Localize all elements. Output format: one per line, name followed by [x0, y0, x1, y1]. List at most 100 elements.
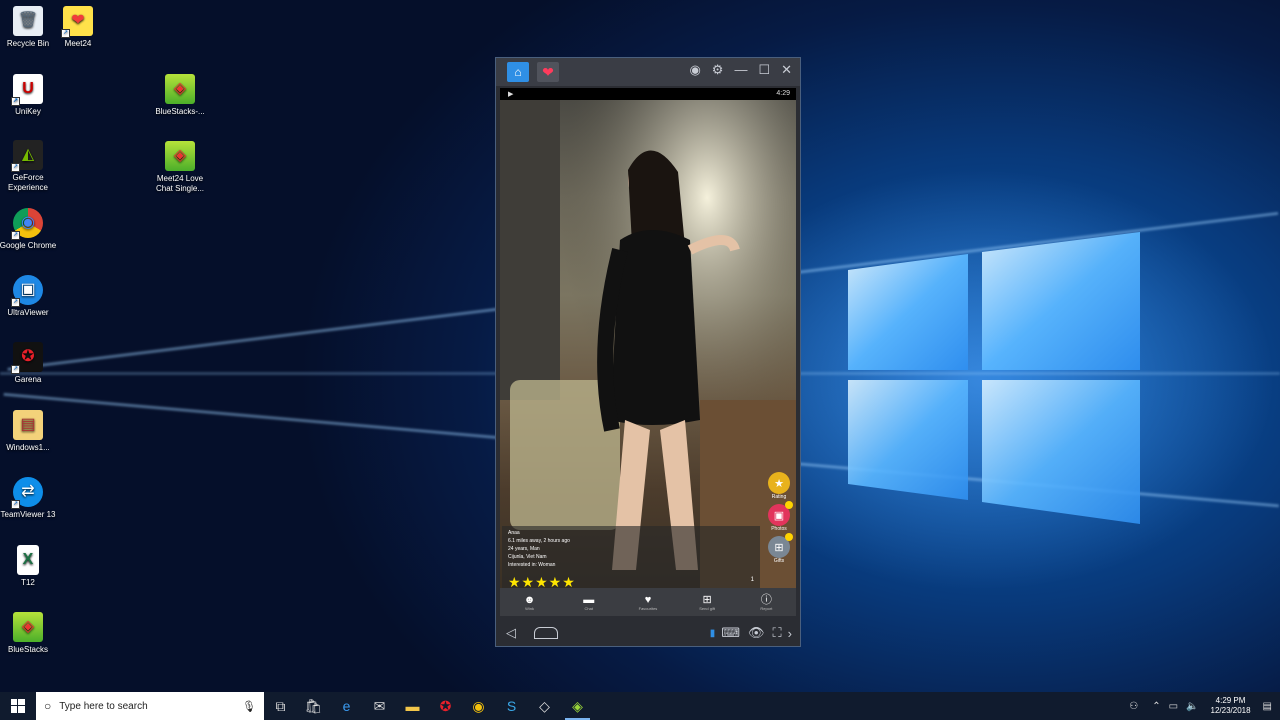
- windows-logo-wallpaper: [848, 232, 1140, 524]
- desktop-icon-ultraviewer[interactable]: ▣ ↗ UltraViewer: [0, 275, 58, 318]
- desktop-icon-geforce[interactable]: ◭ ↗ GeForce Experience: [0, 140, 58, 193]
- nav-label: Chat: [584, 605, 593, 611]
- notifications-icon[interactable]: ▤: [1263, 701, 1272, 712]
- desktop-icon-label: TeamViewer 13: [0, 510, 56, 519]
- bluestacks-taskbar-icon[interactable]: ◈: [561, 692, 594, 720]
- desktop-icon-chrome[interactable]: ◉ ↗ Google Chrome: [0, 208, 58, 251]
- desktop-icon-label: GeForce Experience: [7, 173, 49, 192]
- teamviewer-icon: ⇄ ↗: [11, 477, 43, 509]
- ultraviewer-icon: ▣ ↗: [11, 275, 43, 307]
- people-icon[interactable]: ⚇: [1129, 701, 1138, 712]
- photo-app-icon[interactable]: ◇: [528, 692, 561, 720]
- unikey-icon: U ↗: [11, 74, 43, 106]
- send-gift-icon: ⊞: [702, 593, 712, 606]
- profile-side-buttons: ★ Rating ▣ Photos ⊞ Gifts: [764, 472, 794, 564]
- meet24-tab-icon[interactable]: ❤: [537, 62, 559, 82]
- nav-label: Wink: [525, 605, 535, 611]
- photo-page-number: 1: [750, 577, 754, 583]
- recycle-bin-icon: 🗑: [13, 6, 43, 36]
- wink-icon: ☻: [523, 593, 536, 606]
- keyboard-icon[interactable]: ⌨: [721, 625, 740, 641]
- task-view-icon[interactable]: ⧉: [264, 692, 297, 720]
- rating-label: Rating: [771, 494, 787, 500]
- desktop-icon-teamviewer[interactable]: ⇄ ↗ TeamViewer 13: [0, 477, 58, 520]
- photos-label: Photos: [771, 526, 787, 532]
- store-icon[interactable]: 🛍: [297, 692, 330, 720]
- desktop-icon-label: Garena: [14, 375, 42, 384]
- taskbar: ○ Type here to search 🎙 ⧉ 🛍 e ✉ ▬ ✪ ◉ S …: [0, 692, 1280, 720]
- settings-icon[interactable]: ⚙: [712, 62, 724, 78]
- eye-icon[interactable]: 👁: [748, 625, 765, 641]
- desktop-icon-label: UniKey: [15, 107, 41, 116]
- bluestacks-icon: ◈: [13, 612, 43, 642]
- meet24-bluestacks-icon: ◈: [165, 141, 195, 171]
- desktop-icon-label: Meet24 Love Chat Single...: [155, 174, 205, 193]
- home-icon[interactable]: [534, 627, 558, 639]
- profile-photo-image: [500, 100, 796, 588]
- notification-icon: ▶: [508, 91, 514, 98]
- desktop-icon-meet24[interactable]: ❤ ↗ Meet24: [48, 6, 108, 49]
- photos-icon: ▣: [768, 501, 793, 526]
- windows-folder-icon: ▤: [13, 410, 43, 440]
- mail-icon[interactable]: ✉: [363, 692, 396, 720]
- profile-name: Anaa: [508, 530, 520, 536]
- heart-icon: ♥: [644, 593, 652, 606]
- desktop-icon-label: UltraViewer: [7, 308, 49, 317]
- desktop-icon-unikey[interactable]: U ↗ UniKey: [0, 74, 58, 117]
- chrome-taskbar-icon[interactable]: ◉: [462, 692, 495, 720]
- nav-report[interactable]: ⓘ Report: [741, 594, 791, 611]
- start-button[interactable]: [0, 692, 36, 720]
- nav-send-gift[interactable]: ⊞ Send gift: [682, 594, 732, 611]
- home-tab-icon[interactable]: ⌂: [507, 62, 529, 82]
- show-hidden-icons[interactable]: ⌃: [1152, 701, 1160, 712]
- account-icon[interactable]: ◉: [689, 62, 700, 78]
- expand-sidebar-icon[interactable]: ›: [788, 626, 792, 641]
- microphone-icon[interactable]: 🎙: [242, 700, 256, 713]
- profile-interest: Interested in: Woman: [508, 562, 556, 568]
- photos-button[interactable]: ▣ Photos: [768, 501, 793, 532]
- volume-icon[interactable]: 🔈: [1186, 701, 1198, 712]
- back-icon[interactable]: ◁: [506, 625, 516, 641]
- rating-button[interactable]: ★ Rating: [768, 472, 790, 500]
- excel-file-icon: X: [17, 545, 39, 575]
- nav-favourites[interactable]: ♥ Favourites: [623, 594, 673, 611]
- app-bottom-nav: ☻ Wink ▬ Chat ♥ Favourites ⊞ Send gift ⓘ…: [500, 588, 796, 616]
- bluestacks-title-bar[interactable]: ⌂ ❤ ◉ ⚙ — ☐ ✕: [496, 58, 800, 86]
- meet24-icon: ❤ ↗: [61, 6, 93, 38]
- profile-photo[interactable]: [500, 100, 796, 588]
- desktop-icon-meet24-bluestacks[interactable]: ◈ Meet24 Love Chat Single...: [150, 141, 210, 194]
- close-icon[interactable]: ✕: [781, 62, 792, 78]
- desktop-icon-garena[interactable]: ✪ ↗ Garena: [0, 342, 58, 385]
- fullscreen-icon[interactable]: ⛶: [773, 625, 782, 641]
- bluestacks-installer-icon: ◈: [165, 74, 195, 104]
- garena-taskbar-icon[interactable]: ✪: [429, 692, 462, 720]
- nav-label: Report: [760, 605, 773, 611]
- clock-time: 4:29 PM: [1215, 696, 1246, 705]
- network-icon[interactable]: ▭: [1169, 701, 1178, 712]
- screen-icon[interactable]: ▮: [710, 628, 716, 639]
- desktop-icon-label: Windows1...: [6, 443, 50, 452]
- gifts-button[interactable]: ⊞ Gifts: [768, 533, 793, 564]
- profile-age-gender: 24 years, Man: [508, 546, 540, 552]
- taskbar-search[interactable]: ○ Type here to search 🎙: [36, 692, 264, 720]
- profile-distance: 6.1 miles away, 2 hours ago: [508, 538, 570, 544]
- garena-icon: ✪ ↗: [11, 342, 43, 374]
- desktop-icon-bluestacks-installer[interactable]: ◈ BlueStacks-...: [150, 74, 210, 117]
- geforce-icon: ◭ ↗: [11, 140, 43, 172]
- maximize-icon[interactable]: ☐: [758, 62, 770, 78]
- file-explorer-icon[interactable]: ▬: [396, 692, 429, 720]
- chat-icon: ▬: [583, 593, 595, 606]
- skype-icon[interactable]: S: [495, 692, 528, 720]
- search-placeholder: Type here to search: [59, 700, 148, 712]
- edge-icon[interactable]: e: [330, 692, 363, 720]
- clock[interactable]: 4:29 PM 12/23/2018: [1203, 696, 1259, 716]
- status-time: 4:29: [776, 90, 790, 97]
- nav-wink[interactable]: ☻ Wink: [505, 594, 555, 611]
- desktop-icon-bluestacks[interactable]: ◈ BlueStacks: [0, 612, 58, 655]
- android-screen: ▶ 4:29 Anaa 6.1 miles away, 2 hours ago …: [500, 88, 796, 616]
- desktop-icon-t12[interactable]: X T12: [0, 545, 58, 588]
- desktop-icon-windows-folder[interactable]: ▤ Windows1...: [0, 410, 58, 453]
- nav-chat[interactable]: ▬ Chat: [564, 594, 614, 611]
- desktop-icon-label: Meet24: [64, 39, 92, 48]
- minimize-icon[interactable]: —: [734, 62, 747, 78]
